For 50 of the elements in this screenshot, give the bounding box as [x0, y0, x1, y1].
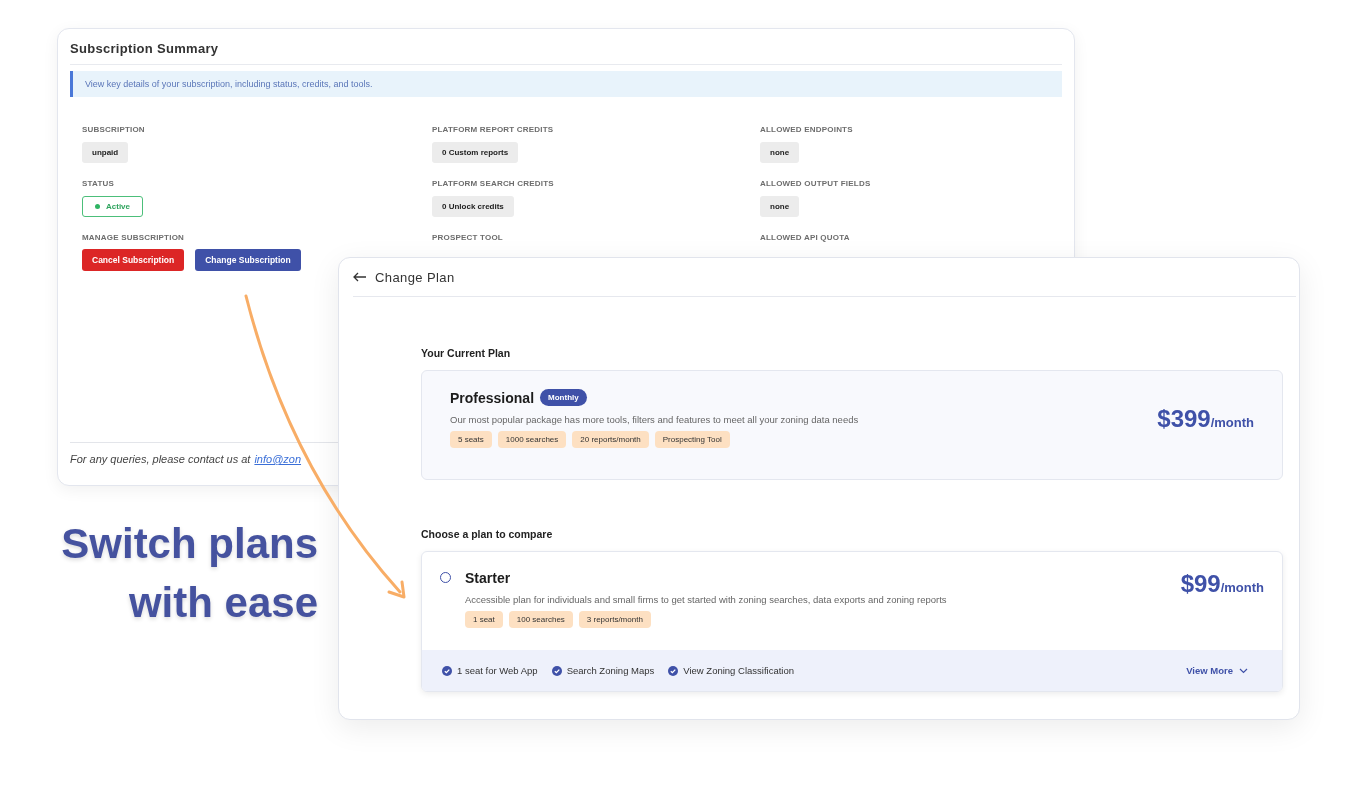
check-circle-icon: [668, 665, 679, 676]
plan-tag: 5 seats: [450, 431, 492, 448]
email-link[interactable]: info@zon: [254, 453, 302, 465]
status-badge: Active: [82, 196, 143, 217]
value-chip: none: [760, 196, 800, 217]
plan-description: Our most popular package has more tools, filters and features to meet all your zoning data needs: [450, 414, 860, 425]
check-circle-icon: [442, 665, 452, 676]
field-label: MANAGE SUBSCRIPTION: [82, 233, 186, 242]
plan-price: $399/month: [1157, 405, 1254, 433]
plan-option-card[interactable]: [421, 551, 1283, 692]
headline-text: Switch plans: [60, 519, 318, 569]
section-heading: Choose a plan to compare: [421, 528, 554, 540]
value-chip: 0 Custom reports: [432, 142, 519, 163]
section-heading: Your Current Plan: [421, 347, 512, 359]
plan-tag: Prospecting Tool: [654, 431, 730, 448]
feature-text: View Zoning Classification: [683, 665, 794, 676]
field-label: SUBSCRIPTION: [82, 125, 146, 134]
field-label: ALLOWED API QUOTA: [760, 233, 851, 242]
feature-text: 1 seat for Web App: [457, 665, 538, 676]
plan-tag: 3 reports/month: [578, 611, 651, 628]
plan-description: Accessible plan for individuals and small firms to get started with zoning searches, data exports and zoning reports: [465, 594, 948, 605]
back-arrow-icon[interactable]: [353, 272, 367, 282]
panel-title: Change Plan: [375, 269, 455, 285]
plan-tag: 1000 searches: [497, 431, 567, 448]
headline-text: with ease: [127, 577, 318, 628]
field-label: ALLOWED OUTPUT FIELDS: [760, 179, 872, 188]
footer-text: For any queries, please contact us at: [70, 453, 251, 465]
field-label: PLATFORM REPORT CREDITS: [432, 125, 555, 134]
plan-name: Professional: [450, 389, 535, 406]
value-chip: 0 Unlock credits: [432, 196, 514, 217]
field-label: ALLOWED ENDPOINTS: [760, 125, 854, 134]
check-circle-icon: [551, 665, 562, 676]
card-title: Subscription Summary: [70, 39, 1062, 65]
value-chip: none: [760, 142, 800, 163]
value-chip: unpaid: [82, 142, 129, 163]
view-more-button[interactable]: View More: [1180, 664, 1254, 677]
field-label: PROSPECT TOOL: [432, 233, 504, 242]
cancel-button[interactable]: Cancel Subscription: [82, 249, 185, 271]
plan-tag: 1 seat: [465, 611, 503, 628]
change-button[interactable]: Change Subscription: [195, 249, 301, 271]
info-banner: View key details of your subscription, including status, credits, and tools.: [70, 71, 1062, 97]
field-label: PLATFORM SEARCH CREDITS: [432, 179, 555, 188]
feature-text: Search Zoning Maps: [566, 665, 655, 676]
plan-tag: 100 searches: [508, 611, 573, 628]
chevron-down-icon: [1239, 667, 1248, 674]
plan-tag: 20 reports/month: [572, 431, 649, 448]
plan-name: Starter: [465, 570, 512, 586]
billing-badge: Monthly: [540, 389, 587, 406]
plan-price: $99/month: [1180, 570, 1264, 598]
field-label: STATUS: [82, 179, 115, 188]
